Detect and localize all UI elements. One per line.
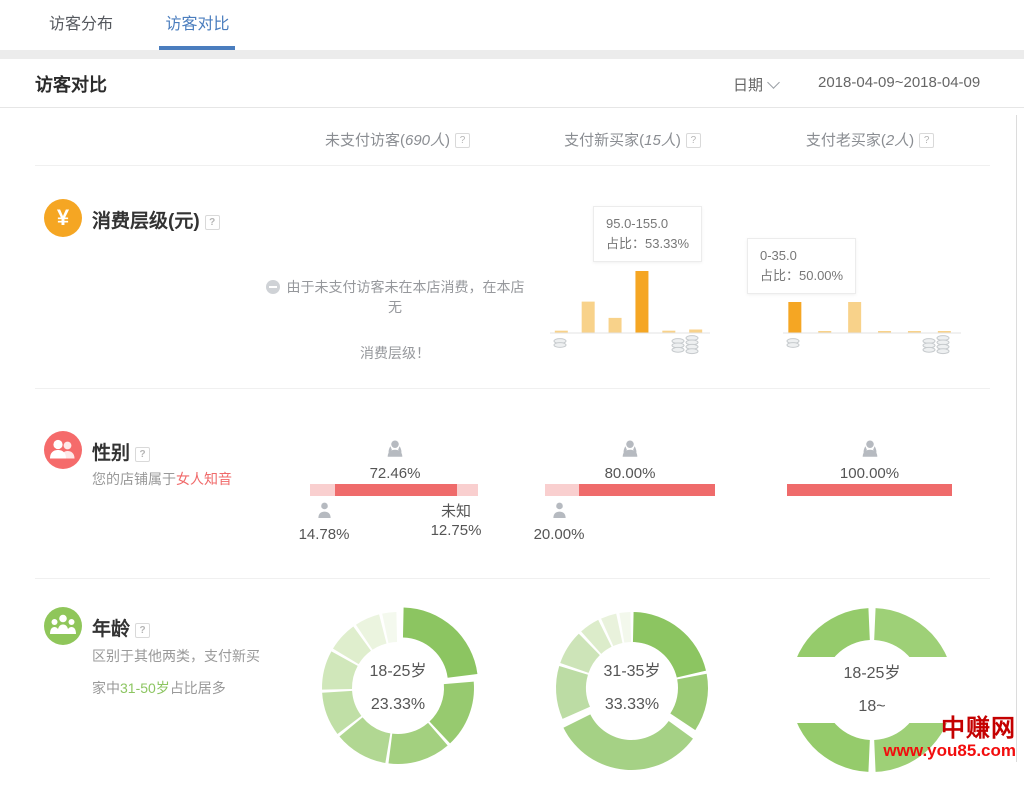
unknown-label: 未知	[424, 502, 488, 521]
age-donut-new-buyers: 31-35岁33.33%	[547, 603, 717, 773]
divider-strip	[0, 50, 1024, 59]
card-header: 访客对比 日期 2018-04-09~2018-04-09	[0, 59, 1024, 108]
divider	[35, 388, 990, 389]
bar[interactable]	[582, 302, 595, 333]
chevron-down-icon	[767, 76, 780, 89]
help-icon[interactable]: ?	[135, 623, 150, 638]
donut-center-label: 18-25岁18~	[782, 657, 962, 723]
male-icon	[294, 500, 354, 526]
top-tab-bar: 访客分布 访客对比	[0, 0, 1024, 50]
bar[interactable]	[609, 318, 622, 333]
help-icon[interactable]: ?	[455, 133, 470, 148]
chart-tooltip: 95.0-155.0占比：53.33%	[593, 206, 702, 262]
gender-bar	[310, 484, 478, 496]
coin-icon	[787, 339, 799, 348]
coin-icon	[554, 339, 566, 348]
consumption-note: 由于未支付访客未在本店消费，在本店无 消费层级！	[262, 277, 528, 363]
column-header-row: 未支付访客(690人)? 支付新买家(15人)? 支付老买家(2人)?	[0, 107, 1024, 166]
bar[interactable]	[788, 302, 801, 333]
column-header-new-buyers: 支付新买家(15人)?	[515, 129, 750, 150]
bar[interactable]	[848, 302, 861, 333]
chart-tooltip: 0-35.0占比：50.00%	[747, 238, 856, 294]
page-title: 访客对比	[35, 71, 107, 97]
gender-bar-segment[interactable]	[545, 484, 579, 496]
male-percent: 14.78%	[294, 526, 354, 543]
bar[interactable]	[635, 271, 648, 333]
gender-chart-new-buyers: 80.00% 20.00%	[535, 438, 725, 548]
gender-title: 性别?	[92, 438, 150, 465]
female-percent: 80.00%	[535, 465, 725, 482]
right-edge-rule	[1016, 115, 1017, 762]
gender-bar-segment[interactable]	[579, 484, 715, 496]
consumption-chart-old-buyers: 0-35.0占比：50.00%	[783, 200, 961, 358]
male-percent: 20.00%	[529, 526, 589, 543]
donut-center-label: 18-25岁23.33%	[313, 655, 483, 721]
gender-bar	[545, 484, 715, 496]
column-header-old-buyers: 支付老买家(2人)?	[750, 129, 990, 150]
help-icon[interactable]: ?	[686, 133, 701, 148]
column-header-unpaid-visitors: 未支付访客(690人)?	[280, 129, 515, 150]
consumption-title: 消费层级(元)?	[92, 206, 220, 233]
age-subtitle-line1: 区别于其他两类，支付新买	[92, 646, 260, 666]
donut-center-label: 31-35岁33.33%	[547, 655, 717, 721]
gender-couple-icon	[44, 431, 82, 469]
gender-chart-unpaid: 72.46% 14.78% 未知 12.75%	[300, 438, 490, 548]
bar[interactable]	[689, 330, 702, 333]
watermark: 中赚网 www.you85.com	[883, 716, 1016, 761]
gender-bar	[787, 484, 952, 496]
male-icon	[529, 500, 589, 526]
coins-icon	[923, 336, 949, 354]
help-icon[interactable]: ?	[135, 447, 150, 462]
age-subtitle-line2: 家中31-50岁占比居多	[92, 678, 226, 698]
consumption-chart-new-buyers: 95.0-155.0占比：53.33%	[550, 200, 710, 358]
gender-bar-segment[interactable]	[310, 484, 335, 496]
female-percent: 72.46%	[300, 465, 490, 482]
female-icon	[300, 438, 490, 465]
age-donut-unpaid: 18-25岁23.33%	[313, 603, 483, 773]
info-minus-icon	[266, 280, 280, 294]
tab-visitor-comparison[interactable]: 访客对比	[159, 0, 235, 50]
gender-chart-old-buyers: 100.00%	[777, 438, 962, 548]
age-title: 年龄?	[92, 614, 150, 641]
female-icon	[535, 438, 725, 465]
coins-icon	[672, 336, 698, 354]
date-range-value: 2018-04-09~2018-04-09	[818, 74, 980, 91]
date-dropdown[interactable]: 日期	[733, 74, 778, 95]
gender-bar-segment[interactable]	[457, 484, 478, 496]
help-icon[interactable]: ?	[205, 215, 220, 230]
female-icon	[777, 438, 962, 465]
age-group-icon	[44, 607, 82, 645]
help-icon[interactable]: ?	[919, 133, 934, 148]
unknown-percent: 12.75%	[424, 521, 488, 540]
gender-bar-segment[interactable]	[335, 484, 457, 496]
gender-subtitle: 您的店铺属于女人知音	[92, 469, 232, 489]
divider	[35, 165, 990, 166]
gender-bar-segment[interactable]	[787, 484, 952, 496]
yen-icon: ¥	[44, 199, 82, 237]
female-percent: 100.00%	[777, 465, 962, 482]
divider	[35, 578, 990, 579]
tab-visitor-distribution[interactable]: 访客分布	[43, 0, 119, 50]
